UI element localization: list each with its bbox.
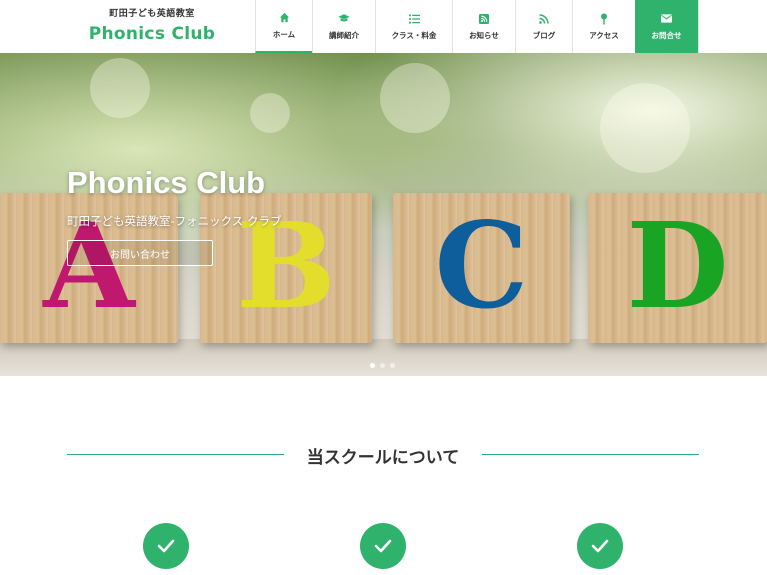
rss-square-icon [478, 13, 490, 25]
slider-dot[interactable] [380, 363, 385, 368]
map-pin-icon [598, 13, 610, 25]
bokeh-light [250, 93, 290, 133]
site-header: 町田子ども英語教室 Phonics Club ホーム 講師紹介 クラス・料金 お… [0, 0, 767, 54]
hero-slider[interactable]: A B C D Phonics Club 町田子ども英語教室-フォニックス クラ… [0, 53, 767, 376]
main-nav: ホーム 講師紹介 クラス・料金 お知らせ ブログ アクセス お問合せ [255, 0, 699, 53]
hero-subtitle: 町田子ども英語教室-フォニックス クラブ [67, 214, 282, 228]
section-heading: 当スクールについて [67, 440, 699, 470]
check-icon [360, 523, 406, 569]
table-surface [0, 339, 767, 376]
nav-item-contact[interactable]: お問合せ [635, 0, 699, 53]
heading-divider [482, 454, 699, 455]
brand-subtitle: 町田子ども英語教室 [109, 9, 195, 19]
bokeh-light [90, 58, 150, 118]
nav-label: 講師紹介 [329, 30, 359, 40]
nav-label: ホーム [272, 29, 296, 39]
contact-button[interactable]: お問い合わせ [67, 240, 213, 266]
nav-label: ブログ [532, 30, 556, 40]
bokeh-light [380, 63, 450, 133]
letter-block-c: C [393, 193, 570, 343]
slider-dot[interactable] [370, 363, 375, 368]
nav-item-access[interactable]: アクセス [572, 0, 635, 53]
list-icon [408, 13, 420, 25]
nav-item-instructors[interactable]: 講師紹介 [312, 0, 375, 53]
check-icon [577, 523, 623, 569]
nav-label: お問合せ [651, 30, 682, 40]
check-icon [143, 523, 189, 569]
hero-title: Phonics Club [67, 165, 266, 200]
slider-pagination [370, 363, 395, 368]
graduation-cap-icon [338, 13, 350, 25]
home-icon [278, 12, 290, 24]
letter-block-d: D [588, 193, 767, 343]
block-letter: D [626, 196, 729, 335]
nav-item-home[interactable]: ホーム [255, 0, 312, 53]
slider-dot[interactable] [390, 363, 395, 368]
nav-label: アクセス [589, 30, 619, 40]
nav-item-classes[interactable]: クラス・料金 [375, 0, 452, 53]
rss-icon [538, 13, 550, 25]
brand-title: Phonics Club [88, 24, 216, 44]
site-logo[interactable]: 町田子ども英語教室 Phonics Club [67, 6, 237, 44]
section-title: 当スクールについて [306, 448, 460, 468]
nav-item-blog[interactable]: ブログ [515, 0, 572, 53]
envelope-icon [661, 13, 673, 25]
block-letter: C [434, 196, 529, 335]
nav-item-news[interactable]: お知らせ [452, 0, 515, 53]
nav-label: お知らせ [469, 30, 499, 40]
bokeh-light [600, 83, 690, 173]
nav-label: クラス・料金 [391, 30, 437, 40]
